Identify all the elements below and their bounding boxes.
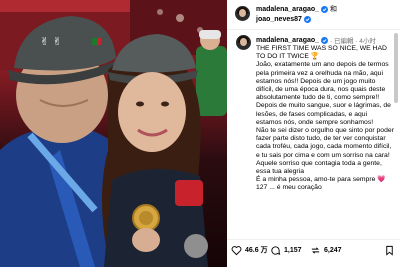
comment-count: 1,157 bbox=[284, 246, 302, 254]
coauthor-join-word: 和 bbox=[330, 6, 338, 13]
post-photo[interactable]: ✌ ✌ bbox=[0, 0, 227, 267]
author-avatar[interactable] bbox=[235, 6, 250, 21]
post-caption-text: THE FIRST TIME WAS SO NICE, WE HAD TO DO… bbox=[256, 45, 394, 192]
post-caption-area: madalena_aragao_ · 已編輯 · 4小时 THE FIRST T… bbox=[227, 31, 400, 237]
save-button[interactable] bbox=[384, 240, 395, 260]
header-author-username[interactable]: madalena_aragao_ bbox=[256, 6, 319, 13]
verified-badge-icon bbox=[321, 36, 329, 44]
share-count: 6,247 bbox=[324, 246, 342, 254]
header-coauthor-username[interactable]: joao_neves87 bbox=[256, 16, 302, 23]
post-detail-pane: madalena_aragao_ 和 joao_neves87 madalena… bbox=[227, 0, 400, 267]
verified-badge-icon bbox=[303, 15, 311, 23]
bookmark-icon bbox=[384, 245, 395, 256]
header-author-line: madalena_aragao_ 和 bbox=[256, 4, 337, 14]
caption-header: madalena_aragao_ · 已編輯 · 4小时 bbox=[256, 35, 376, 45]
verified-badge-icon bbox=[321, 5, 329, 13]
comment-bubble-icon bbox=[270, 245, 281, 256]
caption-scrollbar[interactable] bbox=[394, 33, 398, 103]
svg-text:✌ ✌: ✌ ✌ bbox=[40, 35, 62, 48]
post-meta-edited-time: · 已編輯 · 4小时 bbox=[330, 38, 376, 45]
share-arrows-icon bbox=[310, 245, 321, 256]
like-count: 46.6 万 bbox=[245, 247, 268, 254]
heart-icon bbox=[231, 245, 242, 256]
post-header: madalena_aragao_ 和 joao_neves87 bbox=[227, 0, 400, 30]
like-button[interactable]: 46.6 万 bbox=[231, 240, 268, 260]
post-actions-bar: 46.6 万 1,157 6,247 bbox=[227, 239, 400, 267]
caption-author-username[interactable]: madalena_aragao_ bbox=[256, 37, 319, 44]
caption-author-avatar[interactable] bbox=[236, 35, 251, 50]
header-coauthor-line: joao_neves87 bbox=[256, 14, 311, 24]
share-button[interactable]: 6,247 bbox=[310, 240, 342, 260]
photo-illustration: ✌ ✌ bbox=[0, 0, 227, 267]
comment-button[interactable]: 1,157 bbox=[270, 240, 302, 260]
